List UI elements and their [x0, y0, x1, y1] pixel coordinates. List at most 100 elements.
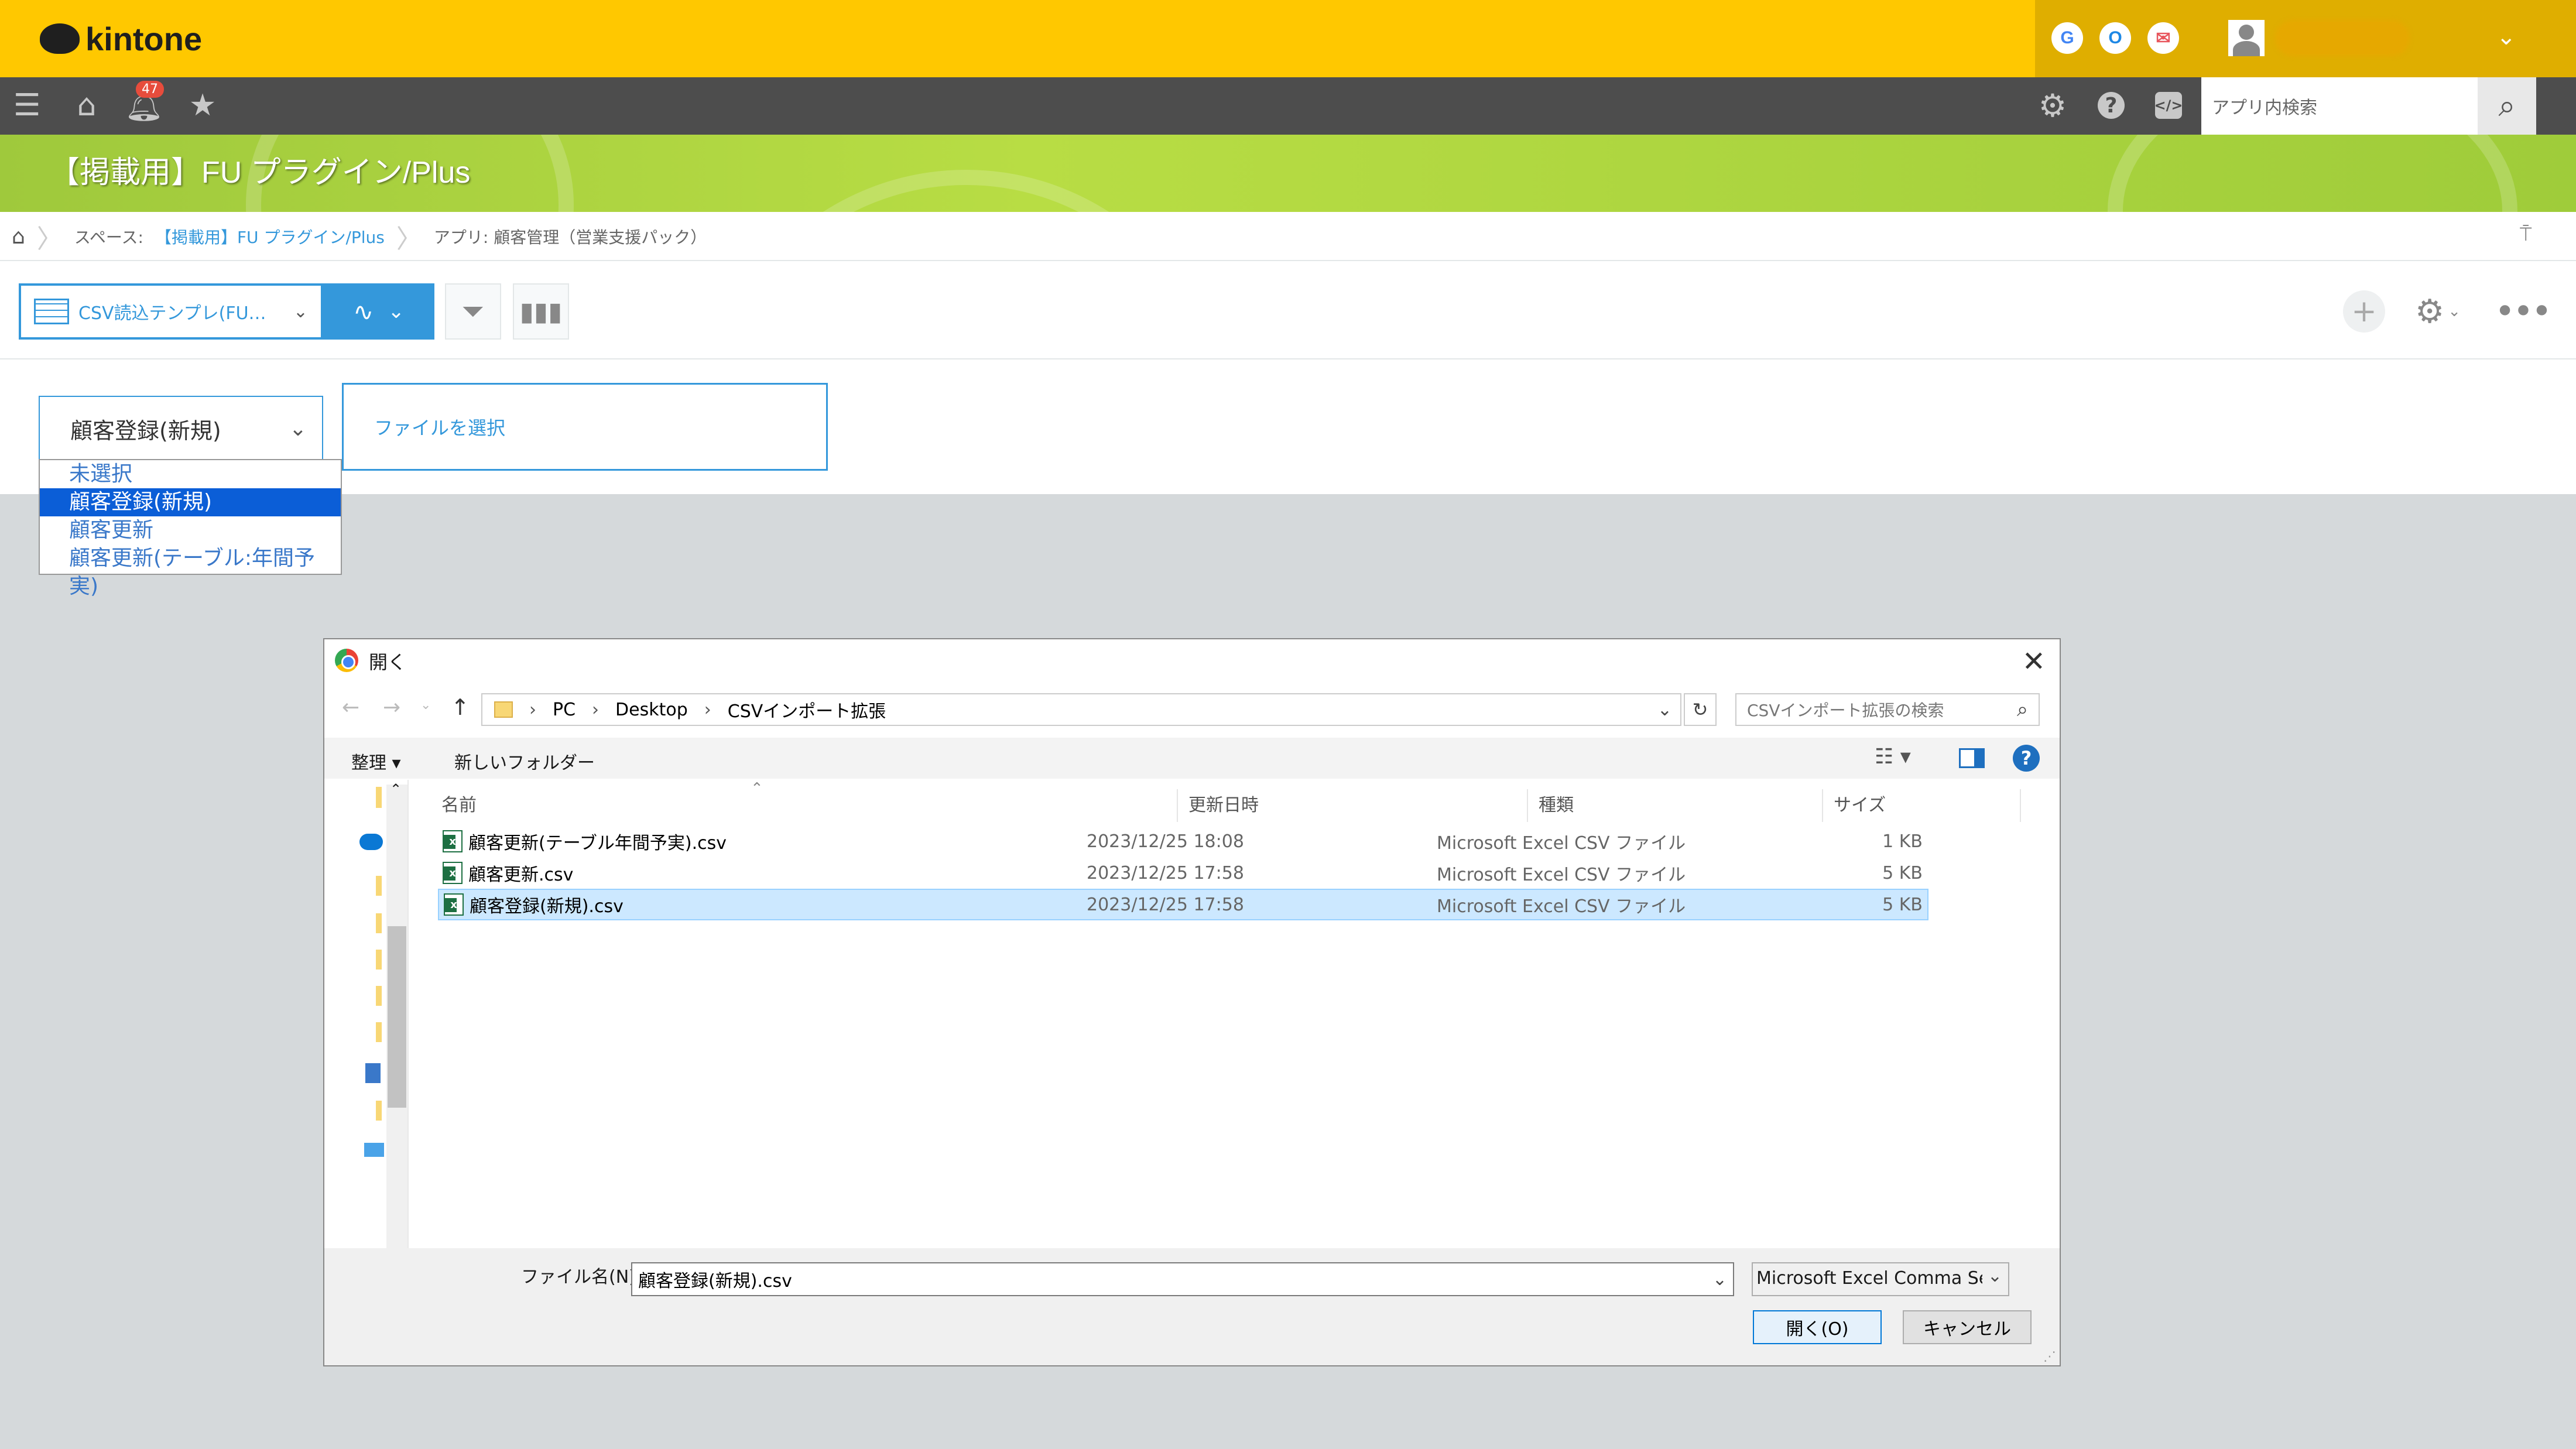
new-folder-button[interactable]: 新しいフォルダー: [454, 748, 595, 774]
pc-icon[interactable]: [364, 1143, 384, 1157]
path-segment[interactable]: PC: [553, 700, 576, 720]
excel-csv-icon: x: [443, 830, 463, 852]
bar-chart-icon: ▮▮▮: [519, 296, 563, 327]
more-options-icon[interactable]: •••: [2494, 290, 2552, 333]
column-header-name[interactable]: 名前: [431, 789, 1178, 822]
filename-input[interactable]: 顧客登録(新規).csv ⌄: [631, 1262, 1734, 1296]
view-mode-icon[interactable]: ☷ ▾: [1875, 745, 1911, 769]
filter-icon: ⏷: [461, 294, 485, 328]
navigation-bar: [0, 77, 2576, 135]
folder-search-input[interactable]: CSVインポート拡張の検索 ⌕: [1735, 693, 2040, 726]
back-arrow-icon[interactable]: ←: [342, 696, 359, 720]
option-customer-update-table[interactable]: 顧客更新(テーブル:年間予実): [40, 544, 341, 598]
hamburger-menu-icon[interactable]: ☰: [8, 87, 46, 124]
organize-button[interactable]: 整理 ▾: [351, 748, 401, 774]
file-type: Microsoft Excel CSV ファイル: [1437, 896, 1686, 917]
favorites-star-icon[interactable]: ★: [184, 87, 221, 124]
file-row-selected[interactable]: x 顧客登録(新規).csv 2023/12/25 17:58 Microsof…: [438, 889, 1928, 920]
api-code-icon[interactable]: </>: [2150, 87, 2187, 124]
folder-icon[interactable]: [376, 1101, 382, 1121]
file-row[interactable]: x 顧客更新(テーブル年間予実).csv 2023/12/25 18:08 Mi…: [438, 825, 1928, 857]
chevron-down-icon: ⌄: [289, 416, 307, 441]
view-name: CSV読込テンプレ(FU…: [78, 303, 266, 324]
file-date: 2023/12/25 18:08: [1087, 831, 1244, 852]
import-mode-value: 顧客登録(新規): [70, 417, 221, 444]
file-name: 顧客登録(新規).csv: [470, 896, 624, 917]
search-icon[interactable]: ⌕: [2478, 77, 2536, 135]
home-icon[interactable]: ⌂: [68, 87, 105, 124]
search-icon: ⌕: [2016, 698, 2028, 721]
add-record-button[interactable]: +: [2343, 290, 2385, 333]
folder-icon[interactable]: [376, 876, 382, 896]
line-graph-icon: ∿: [353, 297, 374, 326]
scroll-up-icon[interactable]: ⌃: [390, 781, 402, 797]
google-service-icon[interactable]: G: [2051, 22, 2083, 54]
help-icon[interactable]: ?: [2013, 745, 2040, 772]
option-unselected[interactable]: 未選択: [40, 460, 341, 488]
folder-icon[interactable]: [376, 913, 382, 933]
chevron-down-icon: ⌄: [293, 301, 308, 322]
import-mode-select[interactable]: 顧客登録(新規) ⌄: [39, 396, 323, 461]
nav-scrollbar-thumb[interactable]: [388, 926, 406, 1108]
notification-badge: 47: [136, 81, 164, 98]
pin-icon[interactable]: ⍑: [2520, 222, 2532, 246]
user-name-redacted: [2275, 20, 2410, 56]
mail-service-icon[interactable]: ✉: [2147, 22, 2179, 54]
close-icon[interactable]: ✕: [2022, 645, 2046, 678]
file-date: 2023/12/25 17:58: [1087, 894, 1244, 915]
chevron-down-icon: ⌄: [1987, 1266, 2002, 1286]
column-header-size[interactable]: サイズ: [1823, 789, 2021, 822]
kintone-logo[interactable]: kintone: [40, 14, 202, 63]
resize-grip-icon[interactable]: ⋰: [2043, 1349, 2056, 1364]
address-dropdown-chevron-icon[interactable]: ⌄: [1657, 700, 1672, 720]
graph-button[interactable]: ▮▮▮: [513, 283, 569, 340]
choose-file-button[interactable]: ファイルを選択: [342, 383, 828, 471]
import-mode-options: 未選択 顧客登録(新規) 顧客更新 顧客更新(テーブル:年間予実): [39, 459, 342, 598]
folder-icon[interactable]: [376, 787, 382, 808]
user-menu-chevron-icon[interactable]: ⌄: [2496, 23, 2516, 50]
filetype-select[interactable]: Microsoft Excel Comma Separat ⌄: [1752, 1262, 2009, 1296]
office-service-icon[interactable]: O: [2099, 22, 2131, 54]
help-icon[interactable]: ?: [2092, 87, 2130, 124]
breadcrumb: ⌂ 〉 スペース: 【掲載用】FU プラグイン/Plus 〉 アプリ: 顧客管理…: [12, 212, 707, 261]
space-title: 【掲載用】FU プラグイン/Plus: [49, 156, 471, 190]
kintone-logo-icon: [40, 23, 80, 54]
up-arrow-icon[interactable]: ↑: [451, 694, 470, 720]
file-row[interactable]: x 顧客更新.csv 2023/12/25 17:58 Microsoft Ex…: [438, 857, 1928, 889]
filter-button[interactable]: ⏷: [445, 283, 501, 340]
breadcrumb-separator: 〉: [36, 224, 63, 254]
preview-pane-icon[interactable]: [1959, 748, 1985, 768]
file-size: 5 KB: [1882, 894, 1923, 915]
folder-icon[interactable]: [376, 950, 382, 970]
file-name: 顧客更新(テーブル年間予実).csv: [468, 833, 727, 854]
onedrive-icon[interactable]: [359, 834, 383, 850]
breadcrumb-app-label: アプリ: 顧客管理（営業支援パック）: [433, 228, 707, 247]
app-settings-button[interactable]: ⚙ ⌄: [2409, 290, 2467, 333]
file-open-dialog: 開く ✕ ← → ⌄ ↑ › PC › Desktop › CSVインポート拡張…: [323, 638, 2061, 1366]
document-icon[interactable]: [365, 1063, 381, 1083]
chevron-down-icon: ⌄: [2448, 303, 2461, 320]
user-avatar[interactable]: [2228, 20, 2265, 56]
cancel-button[interactable]: キャンセル: [1903, 1310, 2032, 1344]
folder-icon[interactable]: [376, 986, 382, 1006]
option-customer-register[interactable]: 顧客登録(新規): [40, 488, 341, 516]
path-segment[interactable]: CSVインポート拡張: [728, 697, 886, 722]
address-bar[interactable]: › PC › Desktop › CSVインポート拡張 ⌄: [481, 693, 1681, 726]
file-type: Microsoft Excel CSV ファイル: [1437, 833, 1686, 854]
column-header-type[interactable]: 種類: [1528, 789, 1823, 822]
recent-chevron-icon[interactable]: ⌄: [420, 698, 431, 712]
breadcrumb-space-link[interactable]: 【掲載用】FU プラグイン/Plus: [155, 225, 385, 248]
file-date: 2023/12/25 17:58: [1087, 862, 1244, 883]
option-customer-update[interactable]: 顧客更新: [40, 516, 341, 544]
open-button[interactable]: 開く(O): [1753, 1310, 1882, 1344]
column-header-modified[interactable]: 更新日時: [1178, 789, 1528, 822]
path-segment[interactable]: Desktop: [615, 700, 688, 720]
folder-icon[interactable]: [376, 1022, 382, 1042]
graph-view-button[interactable]: ∿ ⌄: [323, 283, 434, 340]
breadcrumb-home-icon[interactable]: ⌂: [12, 225, 25, 249]
refresh-icon[interactable]: ↻: [1684, 693, 1717, 726]
forward-arrow-icon[interactable]: →: [383, 696, 400, 720]
app-search-input[interactable]: アプリ内検索: [2201, 77, 2478, 135]
settings-gear-icon[interactable]: ⚙: [2034, 87, 2071, 124]
view-selector[interactable]: CSV読込テンプレ(FU… ⌄: [19, 283, 323, 340]
